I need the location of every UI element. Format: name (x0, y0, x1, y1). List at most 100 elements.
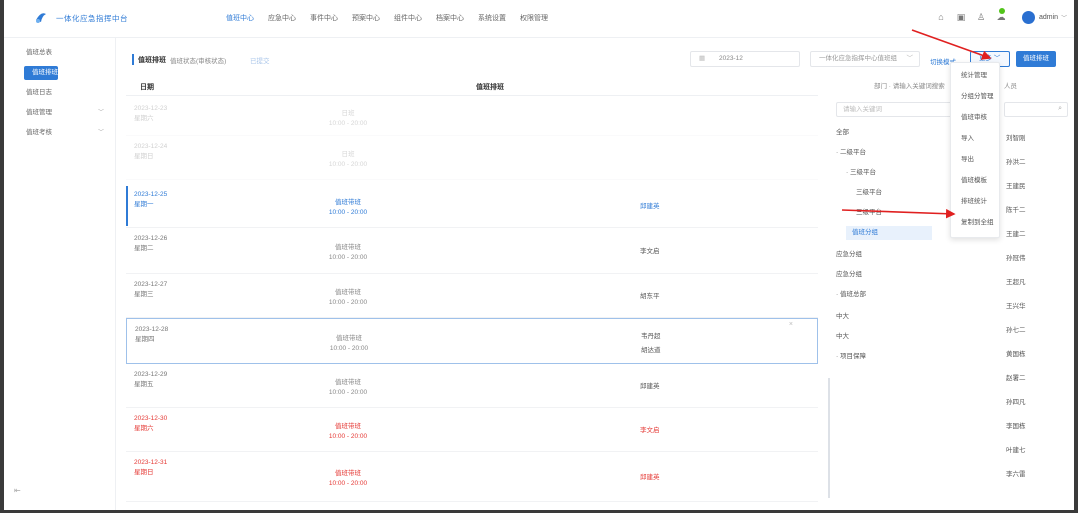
tree-node[interactable]: · 值班总部 (836, 288, 866, 302)
schedule-button[interactable]: 值班排班 (1016, 51, 1056, 67)
month-picker[interactable]: ▦ 2023-12 (690, 51, 800, 67)
duty-person[interactable]: 韦丹超 (641, 331, 661, 342)
row-date-value: 2023-12-29 (134, 371, 168, 378)
top-bar: 一体化应急指挥中台 值班中心 应急中心 事件中心 预案中心 组件中心 档案中心 系统设置 权限… (4, 0, 1074, 38)
user-icon[interactable]: ♙ (974, 10, 988, 24)
home-icon[interactable]: ⌂ (934, 10, 948, 24)
person-list-item[interactable]: 孙七二 (1006, 324, 1066, 334)
collapse-sidebar-icon[interactable]: ⇤ (14, 486, 24, 495)
sidebar-item[interactable]: 值班总表 (4, 46, 116, 60)
duty-person[interactable]: 胡东平 (640, 291, 660, 302)
table-row[interactable]: 2023-12-24 星期日 日班 10:00 - 20:00 (126, 136, 818, 180)
chevron-down-icon: ﹀ (97, 110, 104, 116)
person-list-item[interactable]: 孙洪二 (1006, 156, 1066, 166)
person-list-item[interactable]: 叶建七 (1006, 444, 1066, 454)
person-list-item[interactable]: 王建二 (1006, 228, 1066, 238)
avatar[interactable] (1022, 10, 1035, 24)
sidebar-item[interactable]: 值班排班 (24, 66, 58, 80)
row-date-value: 2023-12-25 (134, 191, 168, 198)
duty-person[interactable]: 胡达道 (641, 345, 661, 356)
tree-node[interactable]: 中大 (836, 310, 849, 324)
name-list-header: 人员 (1004, 83, 1017, 90)
nav-item[interactable]: 系统设置 (478, 13, 506, 23)
row-date: 2023-12-29 星期五 (134, 370, 182, 390)
close-icon[interactable]: × (789, 321, 793, 328)
name-search-input[interactable]: ⌕ (1004, 102, 1068, 117)
menu-item[interactable]: 分组分管理 (951, 88, 1001, 106)
table-row[interactable]: 2023-12-30 星期六 值班带班 10:00 - 20:00 李文启 (126, 408, 818, 452)
tree-node[interactable]: 值班分组 (846, 226, 932, 240)
shift-name: 日班 (341, 110, 355, 117)
more-button-label: 更多 (979, 55, 992, 62)
nav-item[interactable]: 档案中心 (436, 13, 464, 23)
menu-item[interactable]: 排班统计 (951, 193, 1001, 211)
tree-node[interactable]: · 二级平台 (836, 146, 866, 160)
row-date: 2023-12-28 星期四 (135, 325, 183, 345)
tree-node[interactable]: 应急分组 (836, 248, 862, 262)
user-name[interactable]: admin (1039, 14, 1058, 21)
nav-item[interactable]: 事件中心 (310, 13, 338, 23)
calendar-icon[interactable]: ▣ (954, 10, 968, 24)
duty-person[interactable]: 邱建英 (640, 381, 660, 392)
nav-item[interactable]: 组件中心 (394, 13, 422, 23)
person-list-item[interactable]: 陈千二 (1006, 204, 1066, 214)
duty-person[interactable]: 邱建英 (640, 472, 660, 483)
tree-node[interactable]: 三级平台 (856, 206, 882, 220)
person-list-item[interactable]: 孙四凡 (1006, 396, 1066, 406)
duty-person[interactable]: 李文启 (640, 425, 660, 436)
nav-item[interactable]: 权限管理 (520, 13, 548, 23)
duty-person[interactable]: 邱建英 (640, 201, 660, 212)
menu-item[interactable]: 统计管理 (951, 67, 1001, 85)
menu-item[interactable]: 导入 (951, 130, 1001, 148)
nav-item[interactable]: 值班中心 (226, 13, 254, 23)
row-weekday: 星期五 (134, 381, 154, 388)
person-list-item[interactable]: 孙冠伟 (1006, 252, 1066, 262)
shift-time: 10:00 - 20:00 (328, 209, 368, 216)
person-list-item[interactable]: 赵署二 (1006, 372, 1066, 382)
tree-node[interactable]: · 项目保障 (836, 350, 866, 364)
chevron-down-icon[interactable]: ﹀ (1061, 13, 1067, 22)
row-date-value: 2023-12-24 (134, 143, 168, 150)
menu-item[interactable]: 值班模板 (951, 172, 1001, 190)
menu-item[interactable]: 值班审核 (951, 109, 1001, 127)
person-list-item[interactable]: 黄国栋 (1006, 348, 1066, 358)
duty-person[interactable]: 李文启 (640, 246, 660, 257)
tree-node[interactable]: 三级平台 (856, 186, 882, 200)
row-persons: 邱建英 (640, 472, 660, 483)
sidebar-item[interactable]: 值班考核 ﹀ (4, 126, 116, 140)
row-shift: 值班带班 10:00 - 20:00 (308, 469, 388, 489)
person-list-item[interactable]: 王超凡 (1006, 276, 1066, 286)
sidebar-item-label: 值班总表 (26, 49, 52, 56)
table-row[interactable]: 2023-12-31 星期日 值班带班 10:00 - 20:00 邱建英 (126, 452, 818, 502)
menu-item[interactable]: 复制到全组 (951, 214, 1001, 232)
tree-node[interactable]: 应急分组 (836, 268, 862, 282)
shift-name: 值班带班 (335, 244, 361, 251)
sidebar-item-label: 值班管理 (26, 109, 52, 116)
table-row[interactable]: 2023-12-27 星期三 值班带班 10:00 - 20:00 胡东平 (126, 274, 818, 318)
tree-node[interactable]: 中大 (836, 330, 849, 344)
nav-item[interactable]: 应急中心 (268, 13, 296, 23)
table-row[interactable]: 2023-12-29 星期五 值班带班 10:00 - 20:00 邱建英 (126, 364, 818, 408)
org-select[interactable]: 一体化应急指挥中心值班组 ﹀ (810, 51, 920, 67)
table-row[interactable]: 2023-12-28 星期四 值班带班 10:00 - 20:00 韦丹超 胡达道 × (126, 318, 818, 364)
table-header: 日期 值班排班 (126, 78, 818, 96)
row-date: 2023-12-27 星期三 (134, 280, 182, 300)
tree-node[interactable]: · 三级平台 (846, 166, 876, 180)
person-list-item[interactable]: 王兴华 (1006, 300, 1066, 310)
menu-item[interactable]: 导出 (951, 151, 1001, 169)
table-row[interactable]: 2023-12-25 星期一 值班带班 10:00 - 20:00 邱建英 (126, 184, 818, 228)
person-list-item[interactable]: 刘智刚 (1006, 132, 1066, 142)
person-list-item[interactable]: 王建民 (1006, 180, 1066, 190)
sidebar-item[interactable]: 值班日志 (4, 86, 116, 100)
scrollbar[interactable] (828, 378, 830, 498)
nav-item[interactable]: 预案中心 (352, 13, 380, 23)
row-persons: 李文启 (640, 425, 660, 436)
month-picker-value: 2023-12 (718, 55, 743, 62)
table-row[interactable]: 2023-12-23 星期六 日班 10:00 - 20:00 (126, 98, 818, 136)
person-list-item[interactable]: 李六雷 (1006, 468, 1066, 478)
table-row[interactable]: 2023-12-26 星期二 值班带班 10:00 - 20:00 李文启 (126, 228, 818, 274)
tree-node[interactable]: 全部 (836, 126, 849, 140)
tree-search-input[interactable]: 请输入关键词 (836, 102, 956, 117)
person-list-item[interactable]: 李国栋 (1006, 420, 1066, 430)
sidebar-item[interactable]: 值班管理 ﹀ (4, 106, 116, 120)
